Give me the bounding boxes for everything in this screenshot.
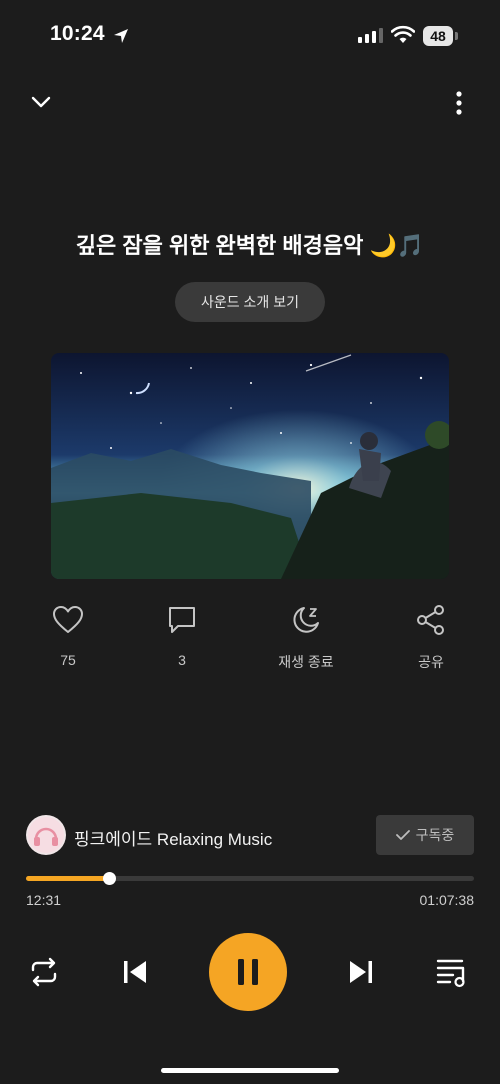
action-row: 75 3 재생 종료 공유 (0, 605, 500, 675)
comment-action[interactable]: 3 (142, 605, 222, 668)
checkmark-icon (395, 830, 410, 840)
sleep-timer-label: 재생 종료 (278, 654, 334, 670)
like-action[interactable]: 75 (28, 605, 108, 668)
repeat-icon[interactable] (28, 956, 60, 988)
wifi-icon (391, 25, 415, 43)
comment-icon (169, 607, 195, 633)
pause-icon (238, 959, 258, 985)
home-indicator (161, 1068, 339, 1073)
moon-sleep-icon (293, 607, 319, 633)
total-time: 01:07:38 (419, 892, 475, 908)
album-artwork (51, 353, 449, 579)
share-icon (417, 605, 444, 635)
more-vertical-icon[interactable] (449, 90, 469, 116)
playlist-icon[interactable] (436, 956, 470, 988)
battery-indicator: 48 (423, 26, 453, 46)
share-action[interactable]: 공유 (391, 605, 471, 672)
headphones-logo-icon (28, 817, 64, 853)
sleep-timer-action[interactable]: 재생 종료 (266, 605, 346, 672)
like-count: 75 (60, 652, 76, 668)
share-label: 공유 (418, 654, 444, 670)
current-time: 12:31 (26, 892, 62, 908)
progress-fill (26, 876, 109, 881)
channel-avatar[interactable] (26, 815, 66, 855)
location-arrow-icon (114, 29, 128, 43)
progress-knob[interactable] (102, 872, 116, 885)
channel-name[interactable]: 핑크에이드 Relaxing Music (74, 825, 272, 850)
battery-cap (455, 32, 458, 40)
previous-track-icon[interactable] (120, 957, 150, 987)
subscribe-button[interactable]: 구독중 (376, 815, 474, 855)
next-track-icon[interactable] (346, 957, 376, 987)
track-title: 깊은 잠을 위한 완벽한 배경음악 🌙🎵 (75, 233, 425, 258)
status-time: 10:24 (50, 22, 105, 45)
pause-button[interactable] (209, 933, 287, 1011)
comment-count: 3 (178, 652, 186, 668)
sound-intro-button[interactable]: 사운드 소개 보기 (175, 282, 325, 322)
subscribe-label: 구독중 (415, 827, 455, 843)
cellular-signal-icon (358, 28, 383, 43)
heart-icon (53, 606, 83, 633)
chevron-down-icon[interactable] (30, 92, 52, 112)
progress-bar[interactable] (26, 872, 474, 885)
